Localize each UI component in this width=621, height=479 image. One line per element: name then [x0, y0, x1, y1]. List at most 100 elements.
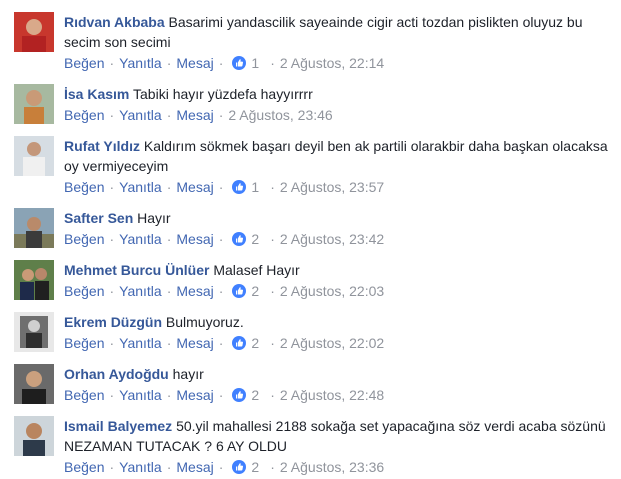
like-count[interactable]: 1: [251, 54, 259, 72]
separator: ·: [109, 459, 115, 475]
avatar[interactable]: [14, 416, 54, 456]
like-count[interactable]: 2: [251, 334, 259, 352]
separator: ·: [218, 387, 224, 403]
separator: ·: [218, 335, 224, 351]
separator: ·: [166, 179, 172, 195]
message-button[interactable]: Mesaj: [176, 54, 213, 72]
message-button[interactable]: Mesaj: [176, 334, 213, 352]
like-count[interactable]: 2: [251, 386, 259, 404]
thumbs-up-icon[interactable]: [232, 460, 247, 474]
thumbs-up-icon[interactable]: [232, 284, 247, 298]
reply-button[interactable]: Yanıtla: [119, 458, 162, 476]
like-count[interactable]: 2: [251, 230, 259, 248]
comment-text: Tabiki hayır yüzdefa hayyırrrr: [133, 86, 313, 102]
separator: ·: [109, 107, 115, 123]
comment-author[interactable]: Rufat Yıldız: [64, 138, 140, 154]
timestamp[interactable]: 2 Ağustos, 23:42: [280, 230, 384, 248]
separator: ·: [218, 459, 224, 475]
reply-button[interactable]: Yanıtla: [119, 178, 162, 196]
separator: ·: [166, 387, 172, 403]
like-button[interactable]: Beğen: [64, 458, 104, 476]
timestamp[interactable]: 2 Ağustos, 22:02: [280, 334, 384, 352]
separator: ·: [270, 459, 275, 475]
reply-button[interactable]: Yanıtla: [119, 106, 162, 124]
comment-author[interactable]: Rıdvan Akbaba: [64, 14, 165, 30]
message-button[interactable]: Mesaj: [176, 178, 213, 196]
avatar[interactable]: [14, 136, 54, 176]
reply-button[interactable]: Yanıtla: [119, 230, 162, 248]
like-button[interactable]: Beğen: [64, 334, 104, 352]
like-button[interactable]: Beğen: [64, 230, 104, 248]
avatar[interactable]: [14, 364, 54, 404]
like-button[interactable]: Beğen: [64, 386, 104, 404]
like-count[interactable]: 2: [251, 282, 259, 300]
avatar[interactable]: [14, 12, 54, 52]
separator: ·: [166, 459, 172, 475]
comment-author[interactable]: Mehmet Burcu Ünlüer: [64, 262, 209, 278]
message-button[interactable]: Mesaj: [176, 230, 213, 248]
comment-actions: Beğen · Yanıtla · Mesaj · 1 · 2 Ağustos, 22:…: [64, 54, 614, 72]
timestamp[interactable]: 2 Ağustos, 23:36: [280, 458, 384, 476]
reply-button[interactable]: Yanıtla: [119, 282, 162, 300]
avatar[interactable]: [14, 84, 54, 124]
like-button[interactable]: Beğen: [64, 106, 104, 124]
separator: ·: [166, 335, 172, 351]
separator: ·: [166, 55, 172, 71]
separator: ·: [109, 231, 115, 247]
separator: ·: [166, 231, 172, 247]
like-button[interactable]: Beğen: [64, 282, 104, 300]
message-button[interactable]: Mesaj: [176, 386, 213, 404]
separator: ·: [109, 335, 115, 351]
like-count[interactable]: 1: [251, 178, 259, 196]
comment-actions: Beğen · Yanıtla · Mesaj · 2 · 2 Ağustos, 22:…: [64, 334, 614, 352]
like-button[interactable]: Beğen: [64, 178, 104, 196]
separator: ·: [109, 387, 115, 403]
message-button[interactable]: Mesaj: [176, 106, 213, 124]
timestamp[interactable]: 2 Ağustos, 22:48: [280, 386, 384, 404]
reply-button[interactable]: Yanıtla: [119, 386, 162, 404]
thumbs-up-icon[interactable]: [232, 180, 247, 194]
avatar[interactable]: [14, 312, 54, 352]
timestamp[interactable]: 2 Ağustos, 22:03: [280, 282, 384, 300]
avatar[interactable]: [14, 260, 54, 300]
like-count[interactable]: 2: [251, 458, 259, 476]
comment-actions: Beğen · Yanıtla · Mesaj · 2 · 2 Ağustos, 22:…: [64, 386, 614, 404]
separator: ·: [166, 283, 172, 299]
comment-author[interactable]: Safter Sen: [64, 210, 133, 226]
separator: ·: [270, 335, 275, 351]
comment-actions: Beğen · Yanıtla · Mesaj · 2 · 2 Ağustos, 23:…: [64, 458, 614, 476]
comment-author[interactable]: Ekrem Düzgün: [64, 314, 162, 330]
message-button[interactable]: Mesaj: [176, 282, 213, 300]
separator: ·: [270, 387, 275, 403]
message-button[interactable]: Mesaj: [176, 458, 213, 476]
comment-author[interactable]: Ismail Balyemez: [64, 418, 172, 434]
comment-author[interactable]: İsa Kasım: [64, 86, 129, 102]
comment-actions: Beğen · Yanıtla · Mesaj · 2 Ağustos, 23:46: [64, 106, 614, 124]
thumbs-up-icon[interactable]: [232, 388, 247, 402]
thumbs-up-icon[interactable]: [232, 232, 247, 246]
comment-text: hayır: [172, 366, 204, 382]
separator: ·: [218, 55, 224, 71]
separator: ·: [270, 283, 275, 299]
reply-button[interactable]: Yanıtla: [119, 334, 162, 352]
comment-author[interactable]: Orhan Aydoğdu: [64, 366, 169, 382]
separator: ·: [218, 283, 224, 299]
like-button[interactable]: Beğen: [64, 54, 104, 72]
thumbs-up-icon[interactable]: [232, 336, 247, 350]
timestamp[interactable]: 2 Ağustos, 23:57: [280, 178, 384, 196]
separator: ·: [270, 231, 275, 247]
separator: ·: [218, 179, 224, 195]
thumbs-up-icon[interactable]: [232, 56, 247, 70]
avatar[interactable]: [14, 208, 54, 248]
timestamp[interactable]: 2 Ağustos, 22:14: [280, 54, 384, 72]
reply-button[interactable]: Yanıtla: [119, 54, 162, 72]
timestamp[interactable]: 2 Ağustos, 23:46: [228, 106, 332, 124]
separator: ·: [270, 179, 275, 195]
comment-actions: Beğen · Yanıtla · Mesaj · 2 · 2 Ağustos, 23:…: [64, 230, 614, 248]
comment-text: Hayır: [137, 210, 171, 226]
separator: ·: [270, 55, 275, 71]
separator: ·: [109, 55, 115, 71]
comment-text: Kaldırım sökmek başarı deyil ben ak part…: [64, 138, 608, 174]
separator: ·: [109, 179, 115, 195]
comment-actions: Beğen · Yanıtla · Mesaj · 2 · 2 Ağustos, 22:…: [64, 282, 614, 300]
